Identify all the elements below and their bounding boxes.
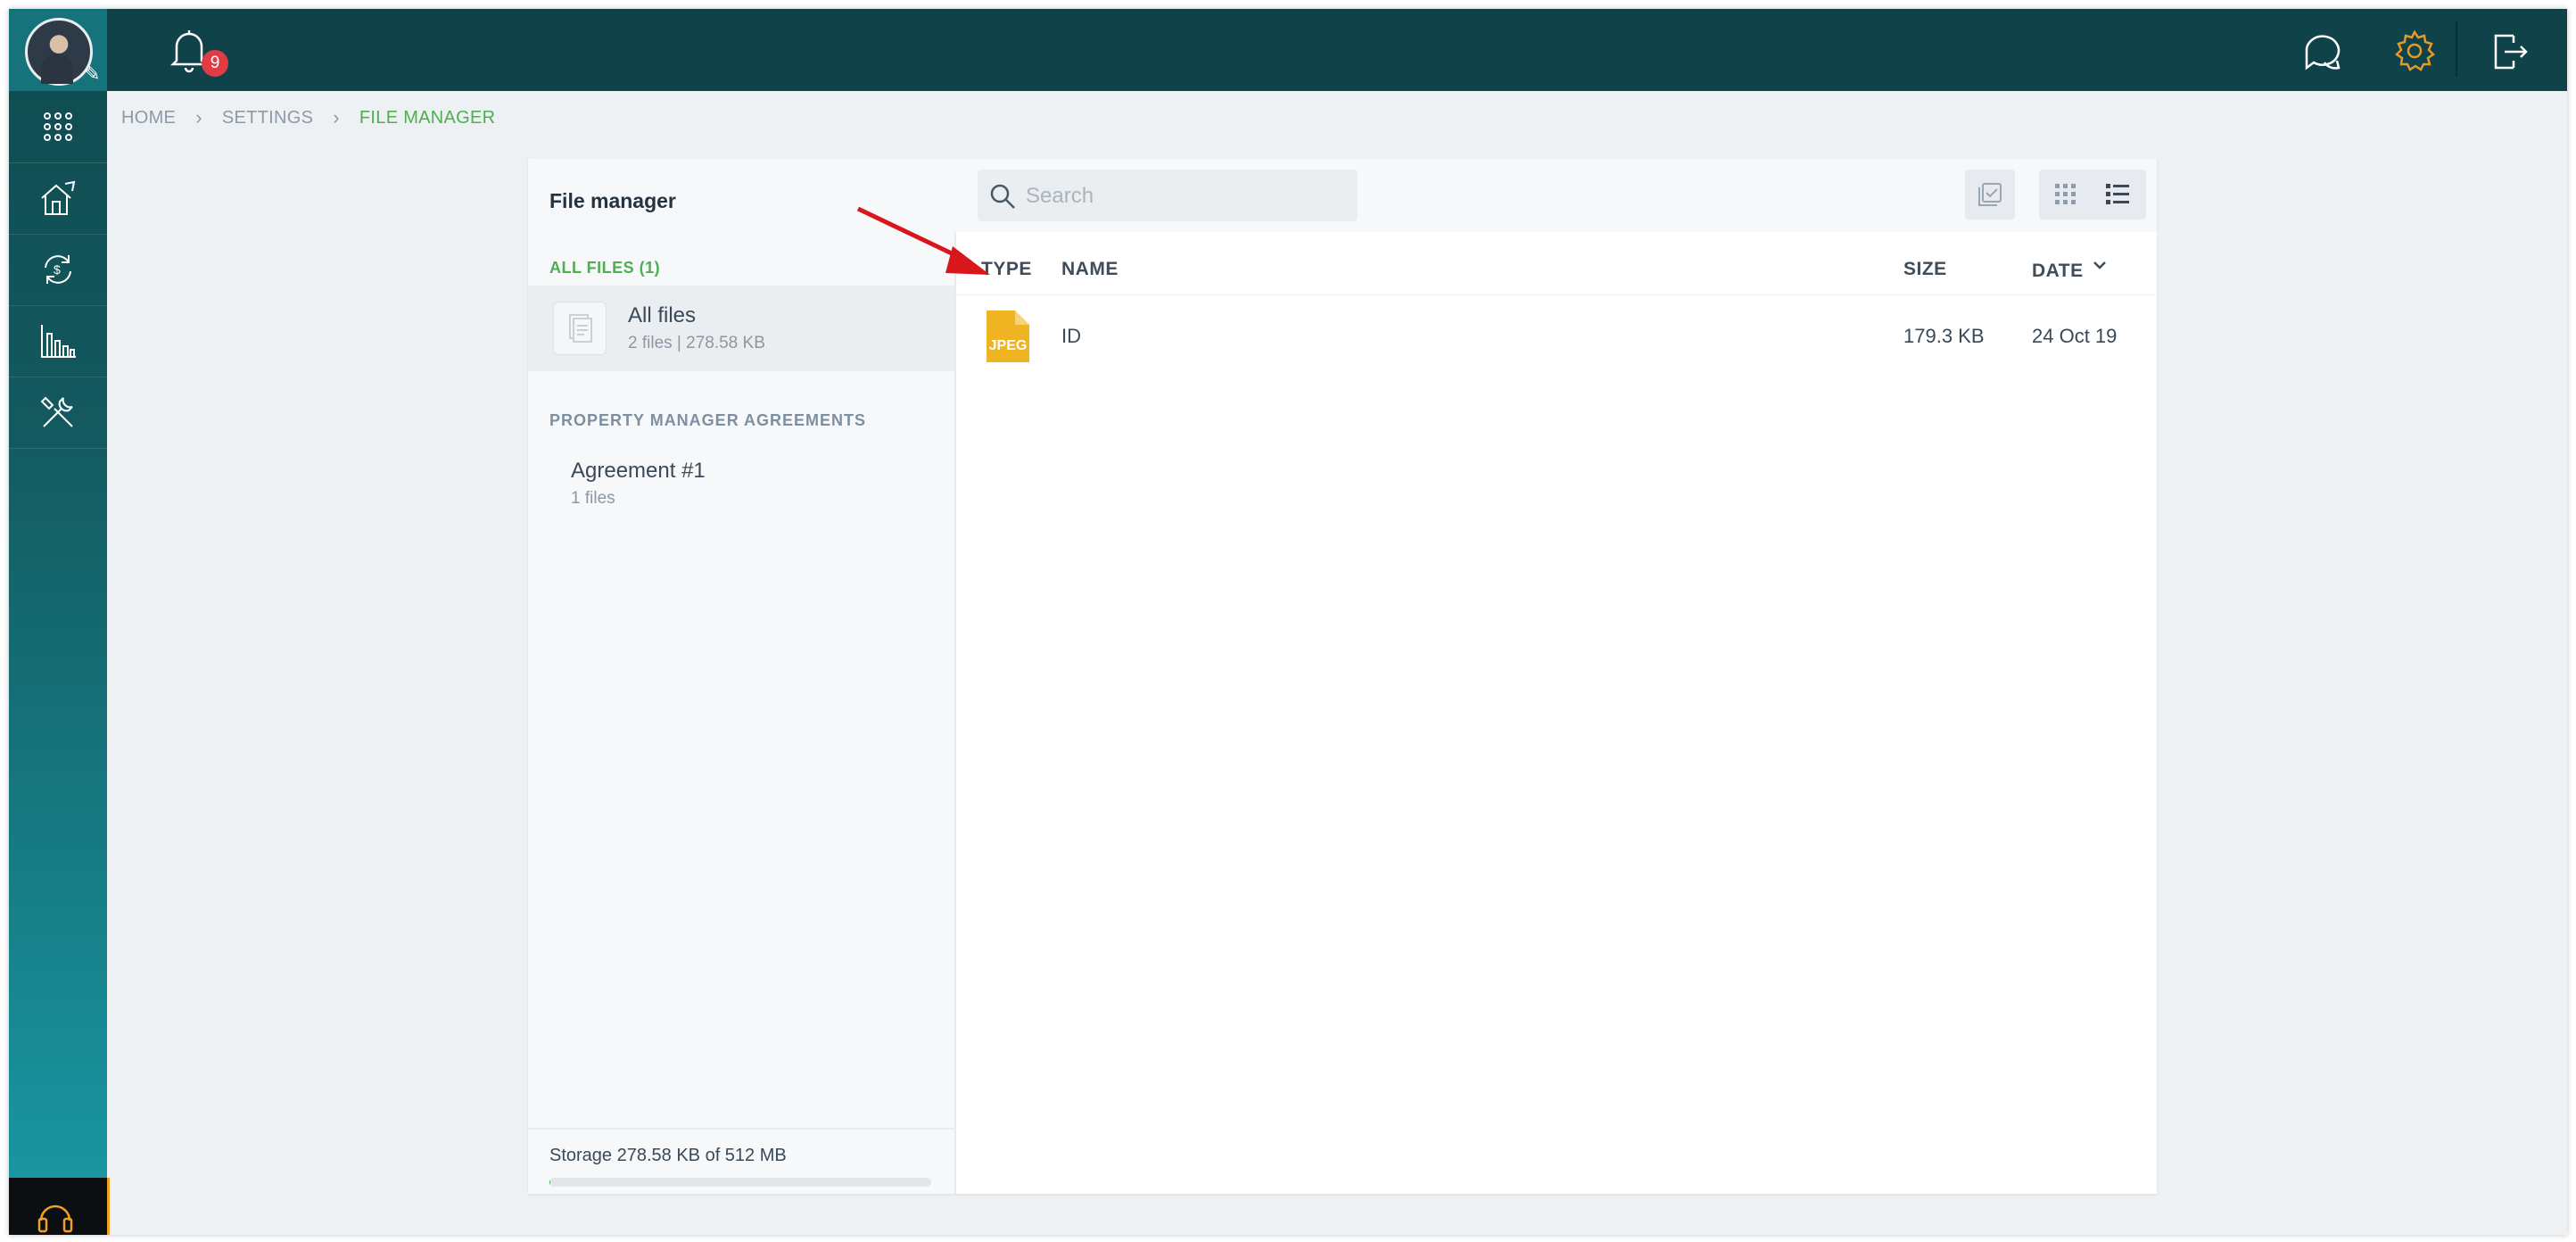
notification-badge: 9 [202,50,228,77]
avatar-figure [41,54,73,84]
storage-label: Storage 278.58 KB of 512 MB [549,1146,787,1165]
top-bar: 9 [107,9,2567,91]
file-toolbar [954,159,2157,232]
app-window: ✎ $ 9 HOME › SETTINGS › FILE MANAGER Fil… [9,9,2567,1235]
select-icon [1978,183,2002,206]
grid-view-icon[interactable] [2052,180,2080,209]
table-row[interactable]: JPEG ID 179.3 KB 24 Oct 19 [954,300,2157,378]
logout-icon[interactable] [2487,29,2531,73]
support-button[interactable] [9,1178,110,1235]
pin-icon[interactable]: ✎ [84,62,100,86]
file-manager-card: File manager ALL FILES (1) All files 2 f… [528,159,2157,1194]
column-header-date[interactable]: DATE [2032,259,2107,282]
gear-icon[interactable] [2392,29,2437,73]
chevron-down-icon [2093,261,2106,269]
topbar-divider [2456,21,2457,77]
breadcrumb: HOME › SETTINGS › FILE MANAGER [121,98,495,137]
search-box[interactable] [978,170,1358,221]
sidebar-item-properties[interactable] [9,162,107,235]
headset-icon [37,1205,73,1233]
document-icon [553,302,607,355]
folder-name: Agreement #1 [571,459,706,483]
sidebar-item-reports[interactable] [9,305,107,377]
file-name[interactable]: ID [1061,325,1081,348]
exchange-icon: $ [45,255,71,284]
sidebar: ✎ $ [9,9,110,1235]
breadcrumb-file-manager: FILE MANAGER [359,107,496,128]
tools-icon [40,396,73,427]
svg-text:$: $ [54,262,61,277]
profile-area[interactable]: ✎ [9,9,107,91]
panel-title: File manager [549,189,676,212]
house-icon [41,180,76,215]
view-toggle [2039,170,2146,219]
sidebar-item-apps[interactable] [9,91,107,163]
header-divider [954,294,2157,295]
file-size: 179.3 KB [1903,325,1985,347]
jpeg-file-icon: JPEG [987,310,1029,362]
sidebar-item-settings[interactable] [9,377,107,449]
file-list-panel: TYPE NAME SIZE DATE JPEG ID 179.3 KB 24 … [954,159,2157,1194]
all-files-name: All files [628,303,697,327]
list-view-icon[interactable] [2103,180,2132,209]
select-mode-button[interactable] [1965,170,2015,219]
annotation-arrow [856,206,990,275]
search-input[interactable] [1024,178,1349,214]
chart-icon [41,325,76,358]
file-type-label: JPEG [989,338,1028,353]
breadcrumb-home[interactable]: HOME [121,108,176,128]
sidebar-item-finance[interactable]: $ [9,234,107,306]
folder-meta: 1 files [571,489,615,508]
all-files-section-label: ALL FILES (1) [549,259,661,277]
folders-section-label: PROPERTY MANAGER AGREEMENTS [549,411,867,429]
breadcrumb-separator: › [195,106,202,128]
breadcrumb-separator: › [333,106,340,128]
storage-footer: Storage 278.58 KB of 512 MB [528,1128,954,1196]
column-header-date-label: DATE [2032,261,2084,281]
breadcrumb-settings[interactable]: SETTINGS [222,108,313,128]
column-header-size[interactable]: SIZE [1903,259,1947,280]
storage-progress-bar [549,1178,931,1187]
chat-icon[interactable] [2299,29,2344,73]
all-files-item[interactable]: All files 2 files | 278.58 KB [528,286,954,371]
all-files-meta: 2 files | 278.58 KB [628,334,765,352]
column-header-name[interactable]: NAME [1061,259,1119,280]
folder-panel: File manager ALL FILES (1) All files 2 f… [528,159,956,1194]
apps-grid-icon [44,112,72,141]
file-date: 24 Oct 19 [2032,325,2118,347]
